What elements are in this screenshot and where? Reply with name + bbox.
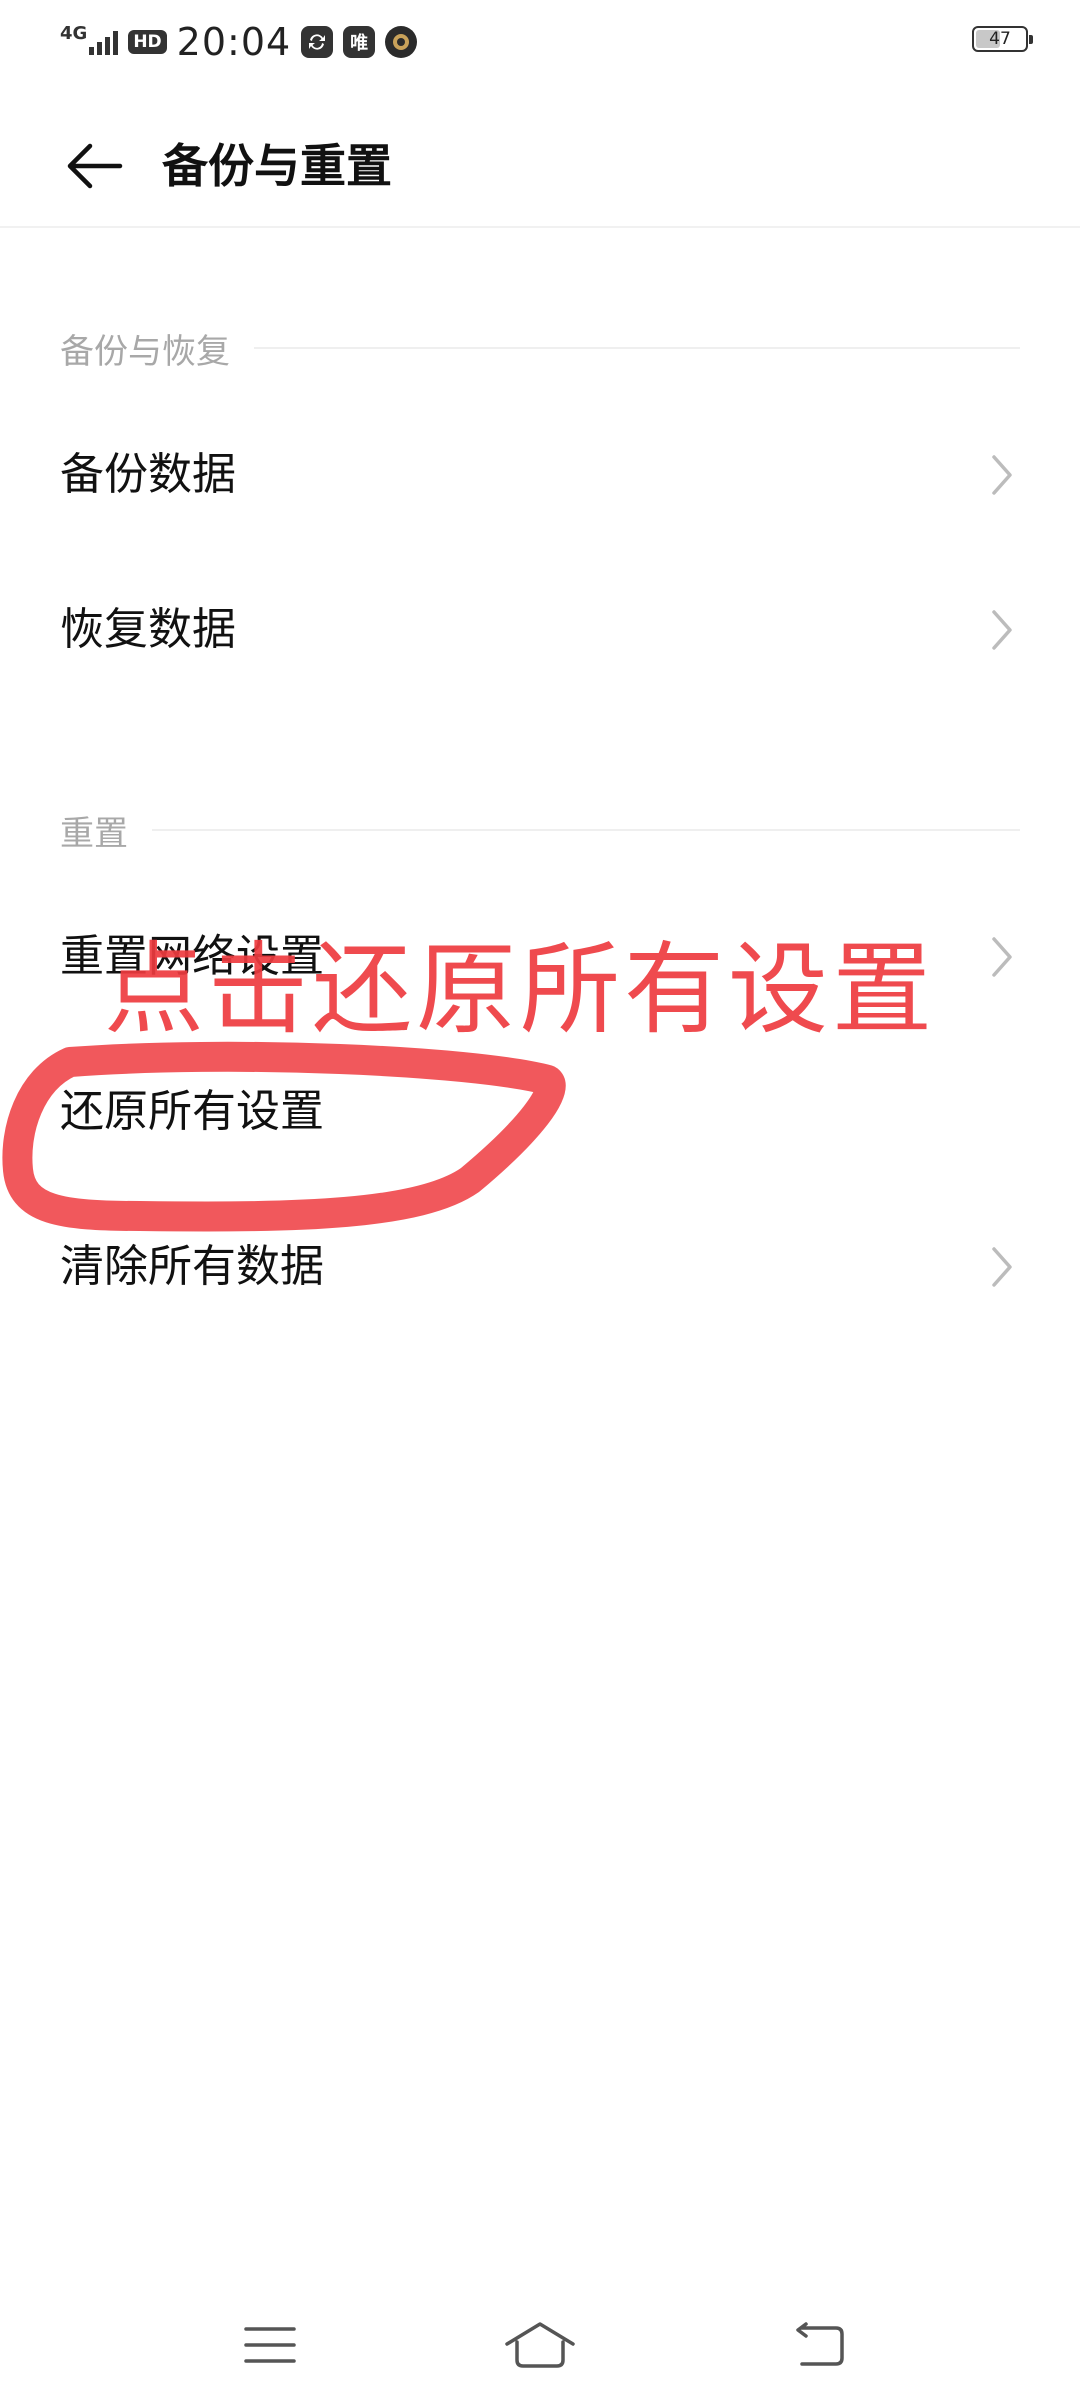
home-button[interactable]: [495, 2310, 585, 2380]
list-item-restore-all-settings[interactable]: 还原所有设置: [0, 1037, 1080, 1187]
section-header-backup: 备份与恢复: [60, 326, 1020, 372]
home-icon: [505, 2322, 575, 2368]
section-header-reset: 重置: [60, 808, 1020, 854]
signal-icon: [89, 29, 119, 55]
status-bar: 4G HD 20:04 唯 47: [0, 0, 1080, 80]
chevron-right-icon: [980, 1245, 1024, 1289]
back-icon: [796, 2322, 844, 2366]
hd-badge: HD: [128, 30, 167, 54]
status-time: 20:04: [176, 20, 292, 64]
list-item-backup-data[interactable]: 备份数据: [0, 400, 1080, 550]
item-label: 备份数据: [60, 449, 236, 500]
list-item-erase-all-data[interactable]: 清除所有数据: [0, 1192, 1080, 1342]
back-arrow-icon: [67, 143, 123, 189]
menu-icon: [244, 2327, 296, 2363]
status-left: 4G HD 20:04 唯: [60, 18, 418, 66]
section-label-reset: 重置: [60, 813, 128, 854]
section-label-backup: 备份与恢复: [60, 331, 230, 372]
section-divider: [254, 347, 1020, 349]
item-label: 还原所有设置: [60, 1086, 324, 1137]
annotation-text: 点击还原所有设置: [104, 931, 936, 1048]
list-item-restore-data[interactable]: 恢复数据: [0, 555, 1080, 705]
item-label: 恢复数据: [60, 604, 236, 655]
back-button[interactable]: [56, 128, 132, 204]
system-nav-bar: [0, 2290, 1080, 2400]
item-label: 清除所有数据: [60, 1241, 324, 1292]
chevron-right-icon: [980, 935, 1024, 979]
network-type: 4G: [60, 23, 88, 44]
app-header: 备份与重置: [0, 90, 1080, 228]
app-icon-wei: 唯: [343, 26, 376, 58]
page-title: 备份与重置: [162, 139, 392, 193]
battery-percent: 47: [989, 29, 1011, 49]
shield-app-icon: [385, 26, 418, 58]
chevron-right-icon: [980, 453, 1024, 497]
battery-icon: 47: [972, 26, 1033, 52]
chevron-right-icon: [980, 608, 1024, 652]
menu-button[interactable]: [225, 2310, 315, 2380]
nav-back-button[interactable]: [775, 2310, 865, 2380]
sync-icon: [301, 26, 334, 58]
section-divider: [152, 829, 1020, 831]
